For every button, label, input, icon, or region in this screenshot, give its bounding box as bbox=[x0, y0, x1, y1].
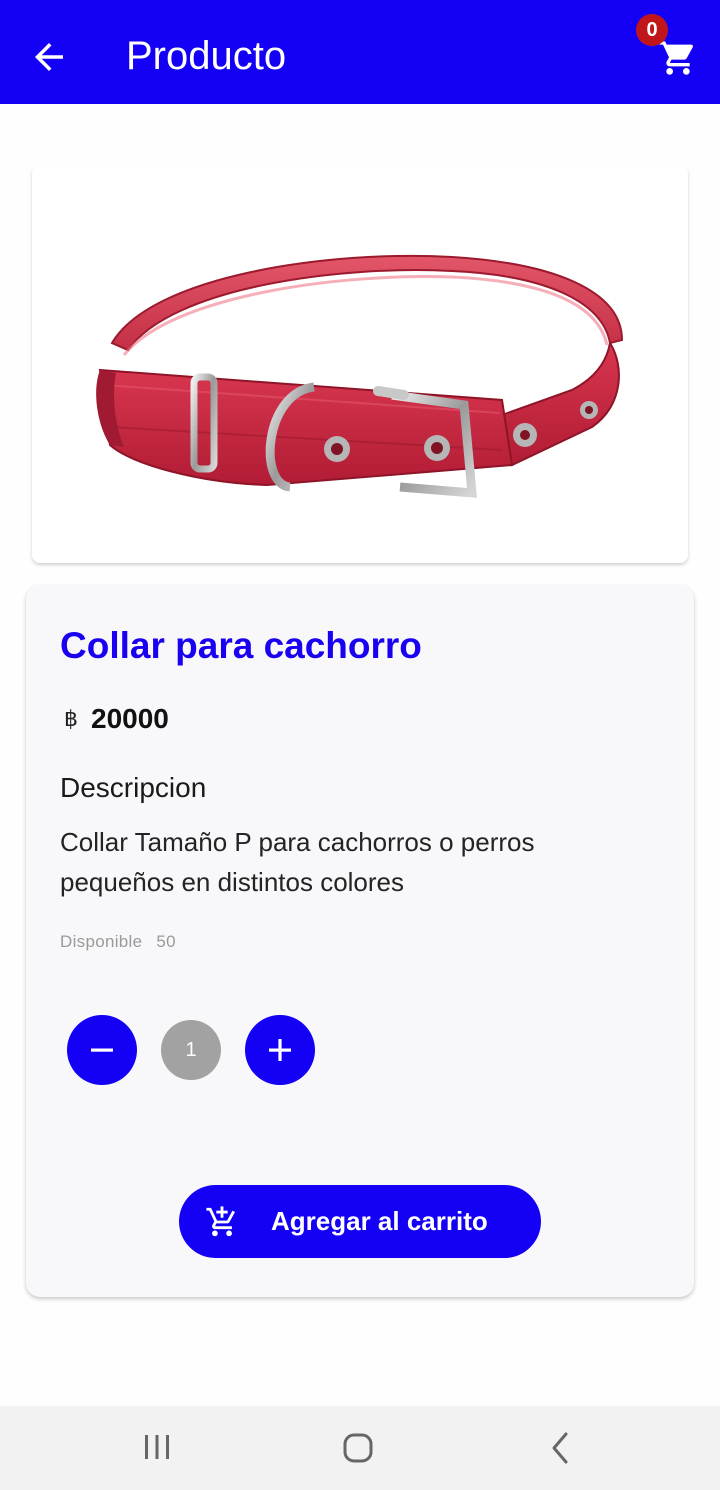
decrease-quantity-button[interactable] bbox=[67, 1015, 137, 1085]
minus-icon bbox=[91, 1048, 113, 1052]
product-price: 20000 bbox=[91, 703, 169, 734]
product-image-card bbox=[32, 165, 688, 563]
cart-count-badge: 0 bbox=[636, 14, 668, 46]
cart-button[interactable] bbox=[658, 38, 698, 78]
increase-quantity-button[interactable] bbox=[245, 1015, 315, 1085]
red-dog-collar-image bbox=[96, 254, 624, 498]
recent-apps-icon[interactable] bbox=[140, 1432, 174, 1462]
stock-info: Disponible 50 bbox=[60, 931, 176, 953]
quantity-value: 1 bbox=[161, 1020, 221, 1080]
add-shopping-cart-icon bbox=[206, 1206, 235, 1237]
description-heading: Descripcion bbox=[60, 772, 207, 803]
add-to-cart-button[interactable]: Agregar al carrito bbox=[179, 1185, 541, 1258]
product-details-card: Collar para cachorro ฿ 20000 Descripcion… bbox=[26, 585, 694, 1297]
add-to-cart-label: Agregar al carrito bbox=[271, 1206, 488, 1236]
shopping-cart-icon bbox=[659, 41, 694, 75]
back-button[interactable] bbox=[28, 36, 70, 78]
arrow-left-icon bbox=[35, 43, 63, 71]
home-icon[interactable] bbox=[340, 1430, 376, 1466]
product-name: Collar para cachorro bbox=[60, 625, 422, 666]
page-title: Producto bbox=[126, 34, 287, 78]
plus-icon bbox=[269, 1039, 291, 1061]
stock-label: Disponible bbox=[60, 932, 143, 951]
system-nav-bar bbox=[0, 1406, 720, 1490]
product-description: Collar Tamaño P para cachorros o perros … bbox=[60, 827, 535, 897]
currency-icon: ฿ bbox=[64, 707, 78, 732]
nav-back-icon[interactable] bbox=[546, 1430, 574, 1466]
app-bar: Producto 0 bbox=[0, 0, 720, 104]
stock-value: 50 bbox=[156, 932, 176, 951]
